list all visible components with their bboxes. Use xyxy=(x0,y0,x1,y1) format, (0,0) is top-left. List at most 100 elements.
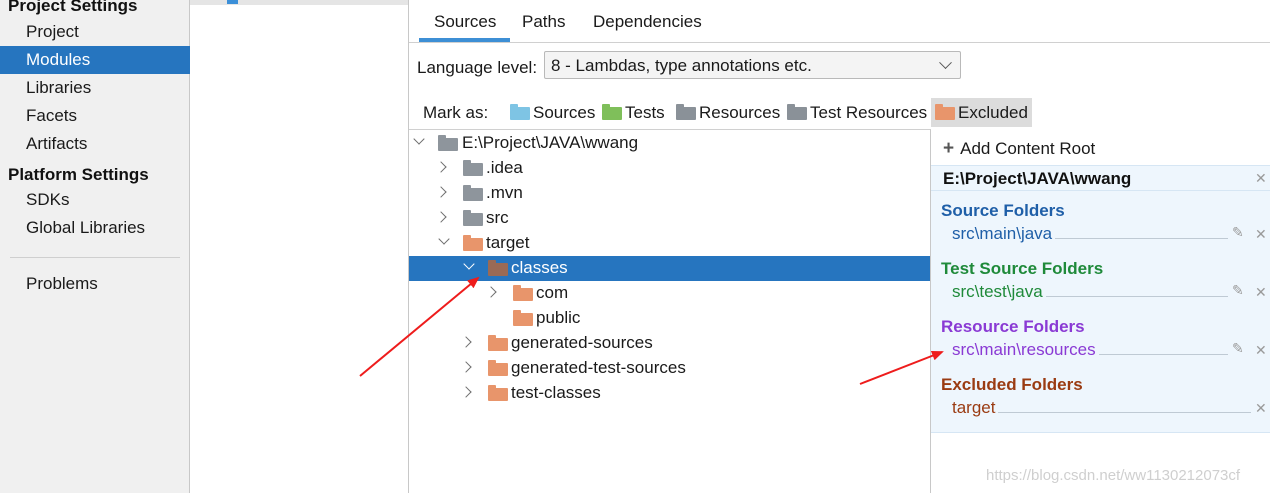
module-list-item[interactable] xyxy=(190,0,408,5)
tree-row-public[interactable]: public xyxy=(409,306,930,331)
folder-icon xyxy=(463,235,483,251)
tree-row-generated-test-sources[interactable]: generated-test-sources xyxy=(409,356,930,381)
folder-icon xyxy=(488,360,508,376)
source-folder-path[interactable]: src\main\java xyxy=(952,224,1052,244)
tree-label: test-classes xyxy=(511,383,601,402)
remove-folder-icon[interactable]: ✕ xyxy=(1255,400,1267,417)
chevron-right-icon[interactable] xyxy=(485,286,497,298)
tree-row-mvn[interactable]: .mvn xyxy=(409,181,930,206)
tree-label: public xyxy=(536,308,581,327)
remove-folder-icon[interactable]: ✕ xyxy=(1255,342,1267,359)
tree-row-root[interactable]: E:\Project\JAVA\wwang xyxy=(409,131,930,156)
sidebar-item-project[interactable]: Project xyxy=(0,18,190,46)
platform-settings-heading: Platform Settings xyxy=(8,165,149,184)
content-roots-panel: + Add Content Root E:\Project\JAVA\wwang … xyxy=(931,129,1270,493)
test-source-folder-path[interactable]: src\test\java xyxy=(952,282,1043,302)
edit-pencil-icon[interactable]: ✎ xyxy=(1232,224,1244,241)
sidebar-item-modules[interactable]: Modules xyxy=(0,46,190,74)
folder-icon xyxy=(463,210,483,226)
sidebar-divider xyxy=(10,257,180,258)
tab-dependencies[interactable]: Dependencies xyxy=(593,12,702,32)
chevron-down-icon[interactable] xyxy=(463,258,475,270)
chevron-down-icon xyxy=(939,56,952,70)
add-content-root-button[interactable]: + Add Content Root xyxy=(943,138,1095,160)
chevron-right-icon[interactable] xyxy=(435,186,447,198)
mark-test-resources-button[interactable]: Test Resources xyxy=(783,98,931,127)
tests-folder-icon xyxy=(602,104,622,120)
resource-folder-path[interactable]: src\main\resources xyxy=(952,340,1096,360)
tree-label: E:\Project\JAVA\wwang xyxy=(462,133,639,152)
chevron-down-icon[interactable] xyxy=(413,133,425,145)
tab-paths[interactable]: Paths xyxy=(522,12,565,32)
tree-label: generated-test-sources xyxy=(511,358,686,377)
resource-folders-heading: Resource Folders xyxy=(941,317,1085,336)
folder-icon xyxy=(463,160,483,176)
sidebar-item-libraries[interactable]: Libraries xyxy=(0,74,190,102)
tab-sources[interactable]: Sources xyxy=(434,12,496,32)
mark-tests-label: Tests xyxy=(625,103,665,122)
sidebar-item-problems[interactable]: Problems xyxy=(0,270,190,298)
tree-label: .idea xyxy=(486,158,523,177)
folder-icon xyxy=(463,185,483,201)
mark-test-resources-label: Test Resources xyxy=(810,103,928,122)
folder-icon xyxy=(488,335,508,351)
chevron-down-icon[interactable] xyxy=(438,233,450,245)
mark-excluded-button[interactable]: Excluded xyxy=(931,98,1032,127)
sidebar-item-global-libraries[interactable]: Global Libraries xyxy=(0,214,190,242)
mark-sources-label: Sources xyxy=(533,103,596,122)
tree-row-com[interactable]: com xyxy=(409,281,930,306)
tree-row-src[interactable]: src xyxy=(409,206,930,231)
mark-resources-label: Resources xyxy=(699,103,781,122)
chevron-right-icon[interactable] xyxy=(460,336,472,348)
chevron-right-icon[interactable] xyxy=(435,211,447,223)
remove-root-icon[interactable]: ✕ xyxy=(1255,170,1267,187)
language-level-select[interactable]: 8 - Lambdas, type annotations etc. xyxy=(544,51,961,79)
content-root-divider xyxy=(931,190,1270,191)
tree-label: src xyxy=(486,208,509,227)
remove-folder-icon[interactable]: ✕ xyxy=(1255,284,1267,301)
tree-label: classes xyxy=(511,258,568,277)
sidebar-item-sdks[interactable]: SDKs xyxy=(0,186,190,214)
watermark: https://blog.csdn.net/ww1130212073cf xyxy=(986,467,1241,484)
excluded-folder-icon xyxy=(935,104,955,120)
tree-label: com xyxy=(536,283,569,302)
add-content-root-label: Add Content Root xyxy=(960,139,1096,158)
mark-resources-button[interactable]: Resources xyxy=(672,98,784,127)
plus-icon: + xyxy=(943,138,955,159)
chevron-right-icon[interactable] xyxy=(435,161,447,173)
sources-folder-icon xyxy=(510,104,530,120)
tree-row-classes[interactable]: classes xyxy=(409,256,930,281)
folder-tree: E:\Project\JAVA\wwang .idea .mvn src tar… xyxy=(409,129,931,493)
tree-row-target[interactable]: target xyxy=(409,231,930,256)
tree-label: .mvn xyxy=(486,183,523,202)
sidebar-item-facets[interactable]: Facets xyxy=(0,102,190,130)
test-resources-folder-icon xyxy=(787,104,807,120)
source-folder-underline xyxy=(1055,238,1228,239)
edit-pencil-icon[interactable]: ✎ xyxy=(1232,282,1244,299)
mark-tests-button[interactable]: Tests xyxy=(598,98,669,127)
folder-icon xyxy=(488,385,508,401)
tree-row-test-classes[interactable]: test-classes xyxy=(409,381,930,406)
resource-folder-underline xyxy=(1099,354,1228,355)
active-tab-indicator xyxy=(419,38,510,42)
edit-pencil-icon[interactable]: ✎ xyxy=(1232,340,1244,357)
content-root-card: E:\Project\JAVA\wwang ✕ Source Folders s… xyxy=(931,165,1270,433)
test-source-folder-underline xyxy=(1046,296,1228,297)
language-level-label: Language level: xyxy=(417,58,538,77)
tree-row-generated-sources[interactable]: generated-sources xyxy=(409,331,930,356)
folder-icon xyxy=(438,135,458,151)
excluded-folder-underline xyxy=(998,412,1251,413)
chevron-right-icon[interactable] xyxy=(460,361,472,373)
excluded-folder-path[interactable]: target xyxy=(952,398,995,418)
mark-sources-button[interactable]: Sources xyxy=(506,98,599,127)
test-source-folders-heading: Test Source Folders xyxy=(941,259,1104,278)
tree-row-idea[interactable]: .idea xyxy=(409,156,930,181)
folder-icon xyxy=(513,310,533,326)
folder-icon xyxy=(513,285,533,301)
sidebar-item-artifacts[interactable]: Artifacts xyxy=(0,130,190,158)
resources-folder-icon xyxy=(676,104,696,120)
excluded-folders-heading: Excluded Folders xyxy=(941,375,1083,394)
chevron-right-icon[interactable] xyxy=(460,386,472,398)
remove-folder-icon[interactable]: ✕ xyxy=(1255,226,1267,243)
tab-bar: Sources Paths Dependencies xyxy=(409,0,1270,43)
